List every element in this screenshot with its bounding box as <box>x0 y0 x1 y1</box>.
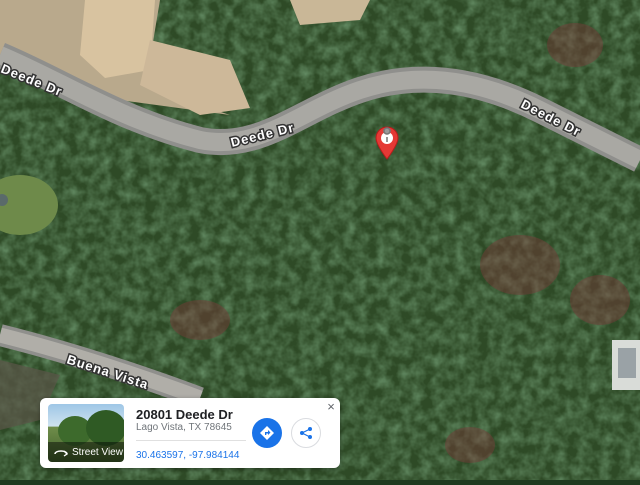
thumbnail-tree <box>86 410 124 446</box>
place-info-card: Street View 20801 Deede Dr Lago Vista, T… <box>40 398 340 468</box>
directions-icon <box>260 426 274 440</box>
close-button[interactable]: × <box>324 400 338 414</box>
share-button[interactable] <box>291 418 321 448</box>
street-view-label: Street View <box>72 446 123 458</box>
share-icon <box>300 427 312 439</box>
place-address: 20801 Deede Dr <box>136 407 233 422</box>
directions-button[interactable] <box>252 418 282 448</box>
place-coordinates[interactable]: 30.463597, -97.984144 <box>136 450 239 461</box>
card-divider <box>136 440 246 441</box>
place-city: Lago Vista, TX 78645 <box>136 422 232 433</box>
street-view-icon <box>54 450 68 457</box>
street-view-thumbnail[interactable]: Street View <box>48 404 124 462</box>
map-pin-icon[interactable] <box>374 126 400 160</box>
street-view-label-bar: Street View <box>48 442 124 462</box>
